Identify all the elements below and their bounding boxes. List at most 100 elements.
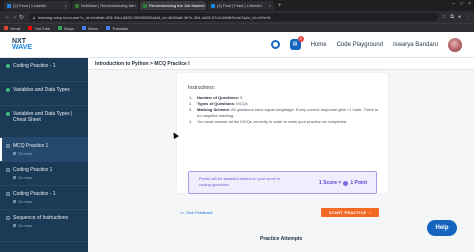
bookmark-label: Gmail (10, 25, 21, 31)
bookmark-label: Translate (111, 25, 129, 31)
sidebar-item-coding-practice-1[interactable]: Coding Practice - 1 (0, 58, 88, 82)
sidebar-item-duration: 10 mins (18, 175, 33, 180)
sidebar-item-label: Coding Practice 1 (13, 167, 53, 173)
linkedin-icon (7, 3, 11, 8)
item-label: Types of Questions: (197, 101, 236, 106)
list-item: 3. Marking Scheme: All questions have equ… (189, 107, 381, 119)
minimize-icon[interactable]: – (452, 1, 455, 7)
bookmark-gmail[interactable]: Gmail (4, 26, 20, 31)
browser-tab[interactable]: NxtWave | Revolutionizing the × (72, 1, 138, 10)
streak-icon[interactable] (270, 40, 280, 49)
item-label: Marking Scheme: (197, 107, 231, 112)
points-equation: 1 Score = 1 Point (319, 180, 367, 186)
browser-tab[interactable]: (2) Feed | LinkedIn × (4, 1, 70, 10)
maps-icon (58, 26, 63, 30)
item-number: 3. (189, 107, 193, 112)
pending-icon (6, 168, 10, 172)
item-label: Number of Questions: (197, 95, 240, 100)
tab-title: Revolutionizing the Job Market (149, 3, 204, 8)
notification-badge: 2 (297, 36, 304, 42)
give-feedback-link[interactable]: ▭ Give Feedback (180, 210, 213, 215)
bookmark-youtube[interactable]: YouTube (28, 26, 50, 31)
bookmarks-bar: Gmail YouTube Maps News Translate (0, 23, 474, 32)
main-content: Introduction to Python > MCQ Practice I … (88, 58, 474, 252)
sidebar-item-cheat-sheet[interactable]: Variables and Data Types | Cheat Sheet (0, 106, 88, 138)
sidebar-item-sequence[interactable]: Sequence of Instructions 10 mins (0, 210, 88, 242)
gmail-icon (4, 26, 8, 30)
tab-title: (2) Post | Feed | LinkedIn (217, 3, 262, 8)
bookmark-maps[interactable]: Maps (58, 26, 74, 31)
chevron-right-icon: › (369, 210, 371, 215)
notification-icon[interactable]: ▤ 2 (289, 36, 304, 50)
nxtwave-logo[interactable]: NXT WAVE (12, 38, 38, 51)
user-name[interactable]: Iswarya Bandaru (393, 42, 438, 48)
instructions-list: 1. Number of Questions: 5 2. Types of Ques… (189, 95, 381, 125)
bookmark-label: News (87, 25, 98, 31)
close-icon[interactable]: × (204, 3, 206, 8)
logo-bottom: WAVE (12, 43, 33, 51)
instructions-card: Instructions: 1. Number of Questions: 5 2… (177, 73, 388, 194)
list-item: 4. You must answer all the MCQs correctly… (189, 119, 381, 125)
help-button[interactable]: Help (427, 220, 457, 236)
clock-icon (13, 224, 16, 227)
tab-title: NxtWave | Revolutionizing the (81, 3, 135, 8)
give-feedback-label: Give Feedback (185, 210, 213, 215)
nxtwave-icon (75, 3, 79, 8)
sidebar-item-label: Coding Practice - 1 (13, 63, 56, 69)
item-text: 5 (239, 95, 243, 100)
breadcrumb: Introduction to Python > MCQ Practice I (95, 61, 190, 67)
item-text: MCQs (235, 101, 248, 106)
extensions-icon[interactable]: ⧉ (450, 14, 454, 20)
completed-icon (6, 88, 10, 92)
instructions-title: Instructions: (188, 85, 215, 91)
clock-icon (13, 152, 16, 155)
completed-icon (6, 112, 10, 116)
sidebar-item-label: Variables and Data Types (13, 87, 70, 93)
sidebar-item-variables[interactable]: Variables and Data Types (0, 82, 88, 106)
app-header: NXT WAVE ▤ 2 Home Code Playground Iswarya… (0, 32, 474, 58)
bookmark-translate[interactable]: Translate (105, 25, 129, 31)
bookmark-news[interactable]: News (81, 25, 98, 31)
code-playground-link[interactable]: Code Playground (337, 42, 383, 48)
start-practice-button[interactable]: START PRACTICE › (321, 208, 379, 217)
sidebar-item-duration: 10 mins (18, 199, 33, 204)
sidebar-item-label: Variables and Data Types | Cheat Sheet (13, 111, 73, 123)
bookmark-label: YouTube (34, 25, 51, 31)
close-icon[interactable]: × (65, 3, 67, 8)
forward-icon[interactable]: → (11, 14, 18, 20)
close-icon[interactable]: × (269, 3, 271, 8)
browser-tab-strip: (2) Feed | LinkedIn × NxtWave | Revolutio… (0, 0, 474, 11)
new-tab-icon[interactable]: + (278, 3, 282, 9)
reload-icon[interactable]: ↻ (18, 14, 25, 21)
practice-attempts-heading: Practice Attempts (260, 236, 303, 242)
pending-icon (6, 216, 10, 220)
close-window-icon[interactable]: × (468, 1, 471, 7)
item-number: 4. (189, 119, 193, 124)
url-text: learning.ccbp.in/course?c_id=e4a9db-4f3f… (38, 14, 274, 20)
sidebar-item-coding-practice[interactable]: Coding Practice 1 10 mins (0, 162, 88, 186)
sidebar-item-mcq-practice-1[interactable]: MCQ Practice 1 10 mins (0, 138, 88, 162)
browser-tab[interactable]: (2) Post | Feed | LinkedIn × (208, 1, 274, 10)
news-icon (81, 26, 86, 30)
nxtwave-icon (143, 3, 147, 8)
close-icon[interactable]: × (134, 3, 136, 8)
profile-icon[interactable]: ● (458, 14, 461, 20)
points-equation-right: 1 Point (350, 180, 367, 186)
points-info-box: Points will be awarded based on your sco… (188, 171, 377, 194)
address-bar: ← → ↻ 🔒︎ learning.ccbp.in/course?c_id=e4… (0, 11, 474, 23)
star-icon[interactable]: ☆ (442, 14, 446, 20)
home-link[interactable]: Home (311, 42, 327, 48)
menu-icon[interactable]: ⋮ (465, 14, 470, 20)
tab-title: (2) Feed | LinkedIn (13, 3, 47, 8)
sidebar-item-coding-practice-2[interactable]: Coding Practice - 1 10 mins (0, 186, 88, 210)
clock-icon (13, 200, 16, 203)
back-icon[interactable]: ← (4, 14, 11, 20)
avatar[interactable] (448, 37, 462, 52)
youtube-icon (28, 26, 33, 30)
url-input[interactable]: 🔒︎ learning.ccbp.in/course?c_id=e4a9db-4… (29, 13, 438, 21)
window-controls: – □ × (452, 1, 471, 7)
coin-icon (343, 180, 349, 186)
browser-tab-active[interactable]: Revolutionizing the Job Market × (140, 1, 206, 10)
maximize-icon[interactable]: □ (460, 1, 463, 7)
bookmark-label: Maps (64, 25, 74, 31)
